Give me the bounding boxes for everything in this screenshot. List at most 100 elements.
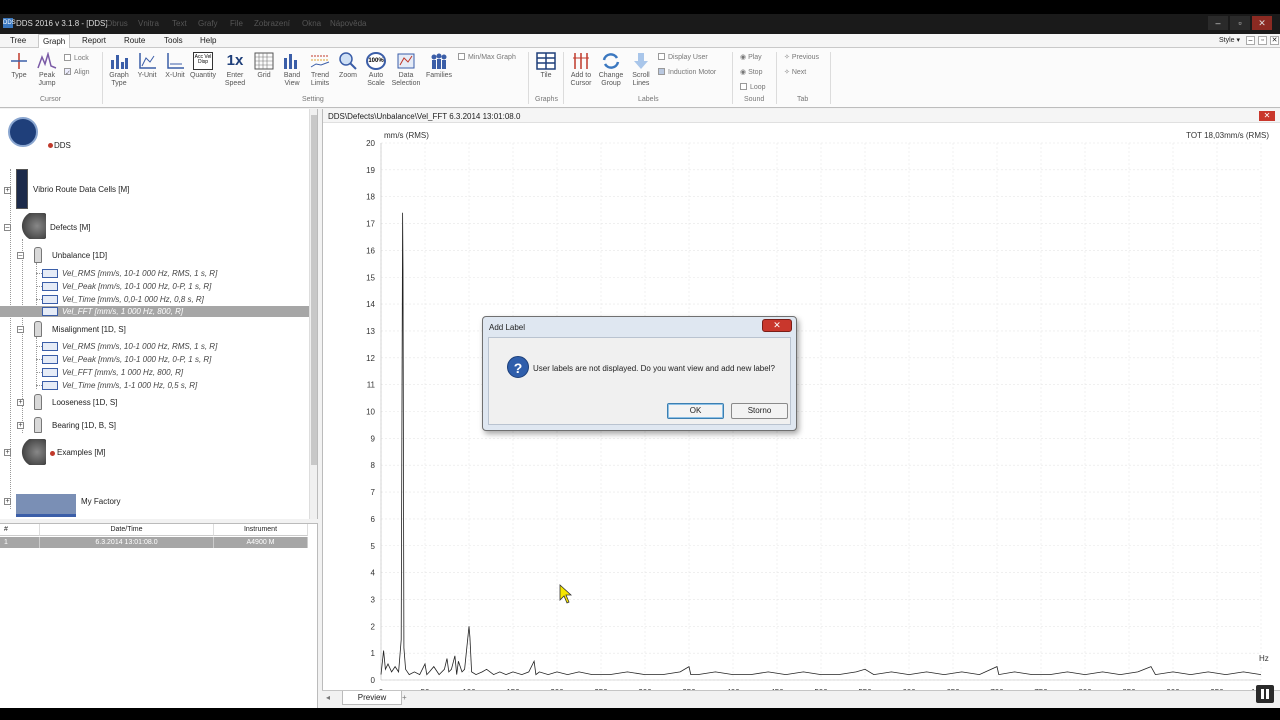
- peak-jump-button[interactable]: Peak Jump: [32, 52, 62, 88]
- tree-leaf-vel-peak[interactable]: Vel_Peak [mm/s, 10-1 000 Hz, 0-P, 1 s, R…: [62, 282, 211, 291]
- tree-root-dds[interactable]: DDS: [54, 141, 71, 150]
- grid-label: Grid: [257, 72, 271, 79]
- fft-spectrum-chart[interactable]: 01234567891011121314151617181920 0501001…: [323, 123, 1280, 708]
- minimize-icon[interactable]: –: [1208, 16, 1228, 30]
- ribbon-minimize-icon[interactable]: –: [1246, 36, 1255, 45]
- record-cell-number[interactable]: 1: [0, 537, 40, 548]
- style-menu[interactable]: Style ▾: [1219, 36, 1240, 44]
- tab-route[interactable]: Route: [120, 34, 149, 48]
- ribbon-close-icon[interactable]: ✕: [1270, 36, 1279, 45]
- align-checkbox[interactable]: ✓ Align: [64, 68, 90, 77]
- tab-report[interactable]: Report: [78, 34, 110, 48]
- expand-toggle[interactable]: +: [17, 422, 24, 429]
- tree-leaf-vel-fft-selected[interactable]: Vel_FFT [mm/s, 1 000 Hz, 800, R]: [62, 307, 183, 316]
- band-view-icon: [284, 54, 297, 69]
- loop-checkbox[interactable]: Loop: [740, 83, 766, 91]
- stop-button[interactable]: ◉ Stop: [740, 68, 762, 76]
- play-button[interactable]: ◉ Play: [740, 53, 762, 61]
- tree-node-my-factory[interactable]: My Factory: [81, 497, 121, 506]
- ok-button[interactable]: OK: [667, 403, 724, 419]
- zoom-button[interactable]: Zoom: [333, 52, 363, 80]
- record-cell-instrument[interactable]: A4900 M: [214, 537, 308, 548]
- tree-leaf-vel-peak[interactable]: Vel_Peak [mm/s, 10-1 000 Hz, 0-P, 1 s, R…: [62, 355, 211, 364]
- y-axis-icon: [139, 53, 156, 69]
- tree-leaf-vel-time[interactable]: Vel_Time [mm/s, 1-1 000 Hz, 0,5 s, R]: [62, 381, 197, 390]
- record-cell-datetime[interactable]: 6.3.2014 13:01:08.0: [40, 537, 214, 548]
- induction-motor-checkbox[interactable]: Induction Motor: [658, 68, 716, 76]
- collapse-toggle[interactable]: –: [17, 252, 24, 259]
- storno-button[interactable]: Storno: [731, 403, 788, 419]
- y-tick-label: 18: [366, 193, 375, 202]
- tile-button[interactable]: Tile: [531, 52, 561, 80]
- expand-toggle[interactable]: +: [4, 449, 11, 456]
- ribbon-graph: Type Peak Jump Lock ✓ Align Cursor Graph …: [0, 48, 1280, 108]
- background-menu-item: File: [230, 19, 243, 28]
- dialog-close-icon[interactable]: ✕: [762, 319, 792, 332]
- close-graph-icon[interactable]: ✕: [1259, 111, 1275, 121]
- tab-tools[interactable]: Tools: [160, 34, 187, 48]
- graphs-group-label: Graphs: [535, 96, 558, 103]
- tree-scrollbar[interactable]: [309, 109, 317, 519]
- scroll-lines-button[interactable]: Scroll Lines: [626, 52, 656, 88]
- grid-button[interactable]: Grid: [249, 52, 279, 80]
- loop-label: Loop: [750, 84, 766, 91]
- tree-node-misalignment[interactable]: Misalignment [1D, S]: [52, 325, 126, 334]
- tree-connector: [10, 169, 11, 509]
- display-user-checkbox[interactable]: Display User: [658, 53, 708, 61]
- expand-toggle[interactable]: +: [4, 187, 11, 194]
- collapse-toggle[interactable]: –: [17, 326, 24, 333]
- records-table: # Date/Time Instrument 1 6.3.2014 13:01:…: [0, 523, 318, 708]
- lock-checkbox[interactable]: Lock: [64, 54, 89, 62]
- change-group-button[interactable]: Change Group: [596, 52, 626, 88]
- tree-node-bearing[interactable]: Bearing [1D, B, S]: [52, 421, 116, 430]
- collapse-toggle[interactable]: –: [4, 224, 11, 231]
- add-tab-icon[interactable]: +: [402, 693, 407, 702]
- add-to-cursor-button[interactable]: Add to Cursor: [566, 52, 596, 88]
- previous-tab-button[interactable]: ✧ Previous: [784, 53, 819, 61]
- min-max-graph-checkbox[interactable]: Min/Max Graph: [458, 53, 516, 61]
- auto-scale-button[interactable]: 100% Auto Scale: [361, 52, 391, 88]
- peak-jump-label: Peak Jump: [38, 72, 56, 87]
- tree-node-unbalance[interactable]: Unbalance [1D]: [52, 251, 107, 260]
- tree-node-examples[interactable]: Examples [M]: [57, 448, 105, 457]
- y-tick-label: 9: [371, 434, 376, 443]
- dialog-title: Add Label: [489, 323, 526, 332]
- background-menu-item: Zobrazení: [254, 19, 291, 28]
- tab-preview[interactable]: Preview: [342, 691, 402, 705]
- tree-leaf-vel-fft[interactable]: Vel_FFT [mm/s, 1 000 Hz, 800, R]: [62, 368, 183, 377]
- tree-panel[interactable]: DDS + Vibrio Route Data Cells [M] – Defe…: [0, 109, 318, 519]
- quantity-button[interactable]: Acc Vel Disp Quantity: [188, 52, 218, 80]
- x-unit-button[interactable]: X-Unit: [160, 52, 190, 80]
- data-selection-button[interactable]: Data Selection: [391, 52, 421, 88]
- ribbon-restore-icon[interactable]: ▫: [1258, 36, 1267, 45]
- next-tab-button[interactable]: ✧ Next: [784, 68, 806, 76]
- band-view-button[interactable]: Band View: [277, 52, 307, 88]
- enter-speed-button[interactable]: 1x Enter Speed: [220, 52, 250, 88]
- y-tick-label: 12: [366, 354, 375, 363]
- column-header-number[interactable]: #: [0, 524, 40, 536]
- tab-tree[interactable]: Tree: [6, 34, 30, 48]
- cursor-type-button[interactable]: Type: [4, 52, 34, 80]
- column-header-datetime[interactable]: Date/Time: [40, 524, 214, 536]
- tab-scroll-left-icon[interactable]: ◂: [326, 693, 330, 702]
- column-header-instrument[interactable]: Instrument: [214, 524, 308, 536]
- tree-leaf-vel-time[interactable]: Vel_Time [mm/s, 0,0-1 000 Hz, 0,8 s, R]: [62, 295, 204, 304]
- families-button[interactable]: Families: [424, 52, 454, 80]
- tree-node-defects[interactable]: Defects [M]: [50, 223, 90, 232]
- y-unit-button[interactable]: Y-Unit: [132, 52, 162, 80]
- maximize-icon[interactable]: ▫: [1230, 16, 1250, 30]
- y-tick-label: 5: [371, 542, 376, 551]
- tree-scroll-thumb[interactable]: [311, 115, 317, 465]
- tab-graph[interactable]: Graph: [38, 34, 71, 48]
- tree-node-looseness[interactable]: Looseness [1D, S]: [52, 398, 117, 407]
- expand-toggle[interactable]: +: [4, 498, 11, 505]
- tab-help[interactable]: Help: [196, 34, 220, 48]
- pause-icon[interactable]: [1256, 685, 1274, 703]
- expand-toggle[interactable]: +: [17, 399, 24, 406]
- trend-limits-button[interactable]: Trend Limits: [305, 52, 335, 88]
- tree-leaf-vel-rms[interactable]: Vel_RMS [mm/s, 10-1 000 Hz, RMS, 1 s, R]: [62, 342, 217, 351]
- graph-type-button[interactable]: Graph Type: [104, 52, 134, 88]
- tree-leaf-vel-rms[interactable]: Vel_RMS [mm/s, 10-1 000 Hz, RMS, 1 s, R]: [62, 269, 217, 278]
- tree-node-vibrio-route[interactable]: Vibrio Route Data Cells [M]: [33, 185, 129, 194]
- close-window-icon[interactable]: ✕: [1252, 16, 1272, 30]
